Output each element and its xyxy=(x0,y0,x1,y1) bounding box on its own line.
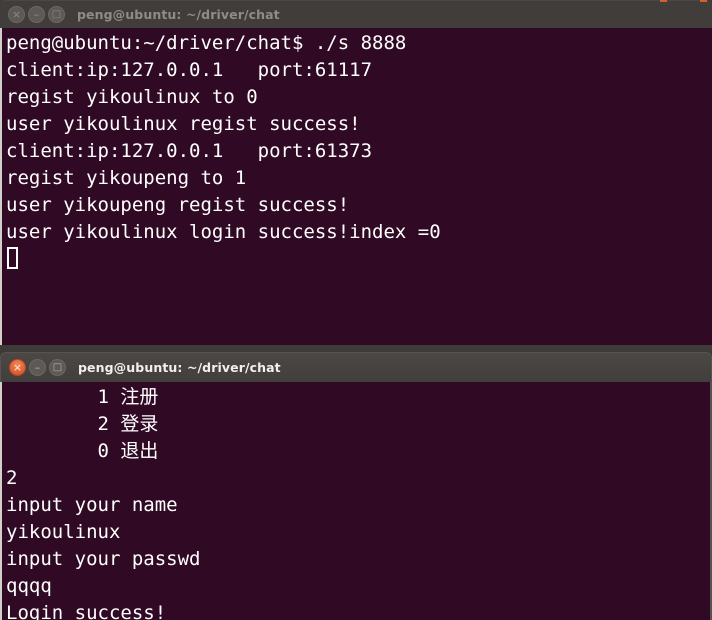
desktop: peng@ubuntu: ~/driver/chat peng@ubuntu:~… xyxy=(0,0,712,620)
terminal-line: 2 xyxy=(6,467,18,489)
close-icon[interactable] xyxy=(9,359,26,376)
terminal-output-server[interactable]: peng@ubuntu:~/driver/chat$ ./s 8888 clie… xyxy=(0,28,712,345)
terminal-line: user yikoupeng regist success! xyxy=(6,194,350,216)
terminal-line: input your name xyxy=(6,494,178,516)
terminal-line: Login success! xyxy=(6,602,167,620)
titlebar-server[interactable]: peng@ubuntu: ~/driver/chat xyxy=(0,0,712,28)
terminal-line: client:ip:127.0.0.1 port:61117 xyxy=(6,59,373,81)
terminal-output-client[interactable]: 1 注册 2 登录 0 退出 2 input your name yikouli… xyxy=(0,382,712,620)
close-icon[interactable] xyxy=(8,6,25,23)
window-title-client: peng@ubuntu: ~/driver/chat xyxy=(78,360,281,375)
minimize-icon[interactable] xyxy=(28,6,45,23)
terminal-line: input your passwd xyxy=(6,548,201,570)
maximize-icon[interactable] xyxy=(48,6,65,23)
terminal-line: 2 登录 xyxy=(6,413,159,435)
maximize-icon[interactable] xyxy=(49,359,66,376)
text-cursor-icon xyxy=(7,247,18,269)
terminal-line: 0 退出 xyxy=(6,440,159,462)
terminal-line: user yikoulinux login success!index =0 xyxy=(6,221,441,243)
terminal-line: regist yikoupeng to 1 xyxy=(6,167,247,189)
terminal-line: yikoulinux xyxy=(6,521,121,543)
minimize-icon[interactable] xyxy=(29,359,46,376)
terminal-window-server[interactable]: peng@ubuntu: ~/driver/chat peng@ubuntu:~… xyxy=(0,0,712,345)
terminal-cursor-line xyxy=(6,246,712,273)
window-controls-client xyxy=(1,359,66,376)
terminal-line: 1 注册 xyxy=(6,386,159,408)
window-title-server: peng@ubuntu: ~/driver/chat xyxy=(77,7,280,22)
terminal-line: peng@ubuntu:~/driver/chat$ ./s 8888 xyxy=(6,32,407,54)
window-controls-server xyxy=(0,6,65,23)
titlebar-client[interactable]: peng@ubuntu: ~/driver/chat xyxy=(0,352,712,382)
terminal-line: regist yikoulinux to 0 xyxy=(6,86,258,108)
terminal-line: client:ip:127.0.0.1 port:61373 xyxy=(6,140,373,162)
terminal-line: qqqq xyxy=(6,575,52,597)
terminal-window-client[interactable]: peng@ubuntu: ~/driver/chat 1 注册 2 登录 0 退… xyxy=(0,352,712,620)
terminal-line: user yikoulinux regist success! xyxy=(6,113,361,135)
